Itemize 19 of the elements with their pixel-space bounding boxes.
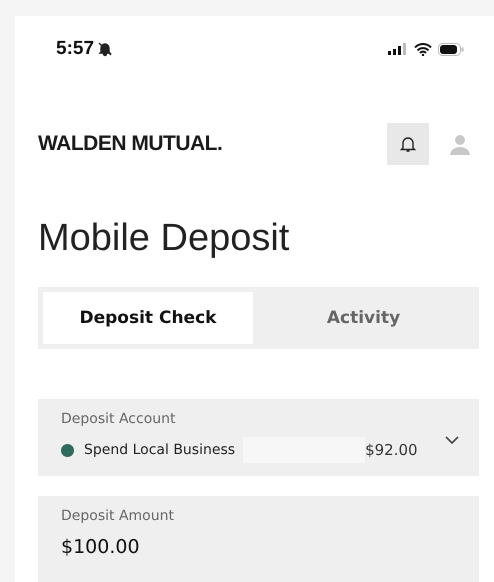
field-label: Deposit Amount	[61, 508, 175, 524]
account-balance: $92.00	[365, 441, 418, 459]
battery-icon	[438, 42, 464, 56]
amount-field[interactable]: Deposit Amount $100.00	[38, 496, 479, 582]
account-name: Spend Local Business	[84, 442, 236, 458]
notifications-button[interactable]	[387, 123, 429, 165]
wifi-icon	[414, 42, 432, 56]
status-time: 5:57	[56, 38, 94, 60]
muted-bell-icon	[97, 41, 114, 57]
chevron-down-icon	[445, 436, 459, 445]
tab[interactable]: Deposit Check	[43, 292, 253, 344]
amount-value: $100.00	[61, 536, 141, 558]
bell-icon	[400, 135, 416, 153]
account-dropdown[interactable]: Deposit Account Spend Local Business $92.00	[38, 399, 479, 476]
tab[interactable]: Activity	[253, 292, 474, 344]
signal-icon	[388, 43, 408, 55]
logo: WALDEN MUTUAL.	[38, 132, 222, 156]
field-label: Deposit Account	[61, 411, 176, 427]
page-title: Mobile Deposit	[38, 217, 290, 260]
